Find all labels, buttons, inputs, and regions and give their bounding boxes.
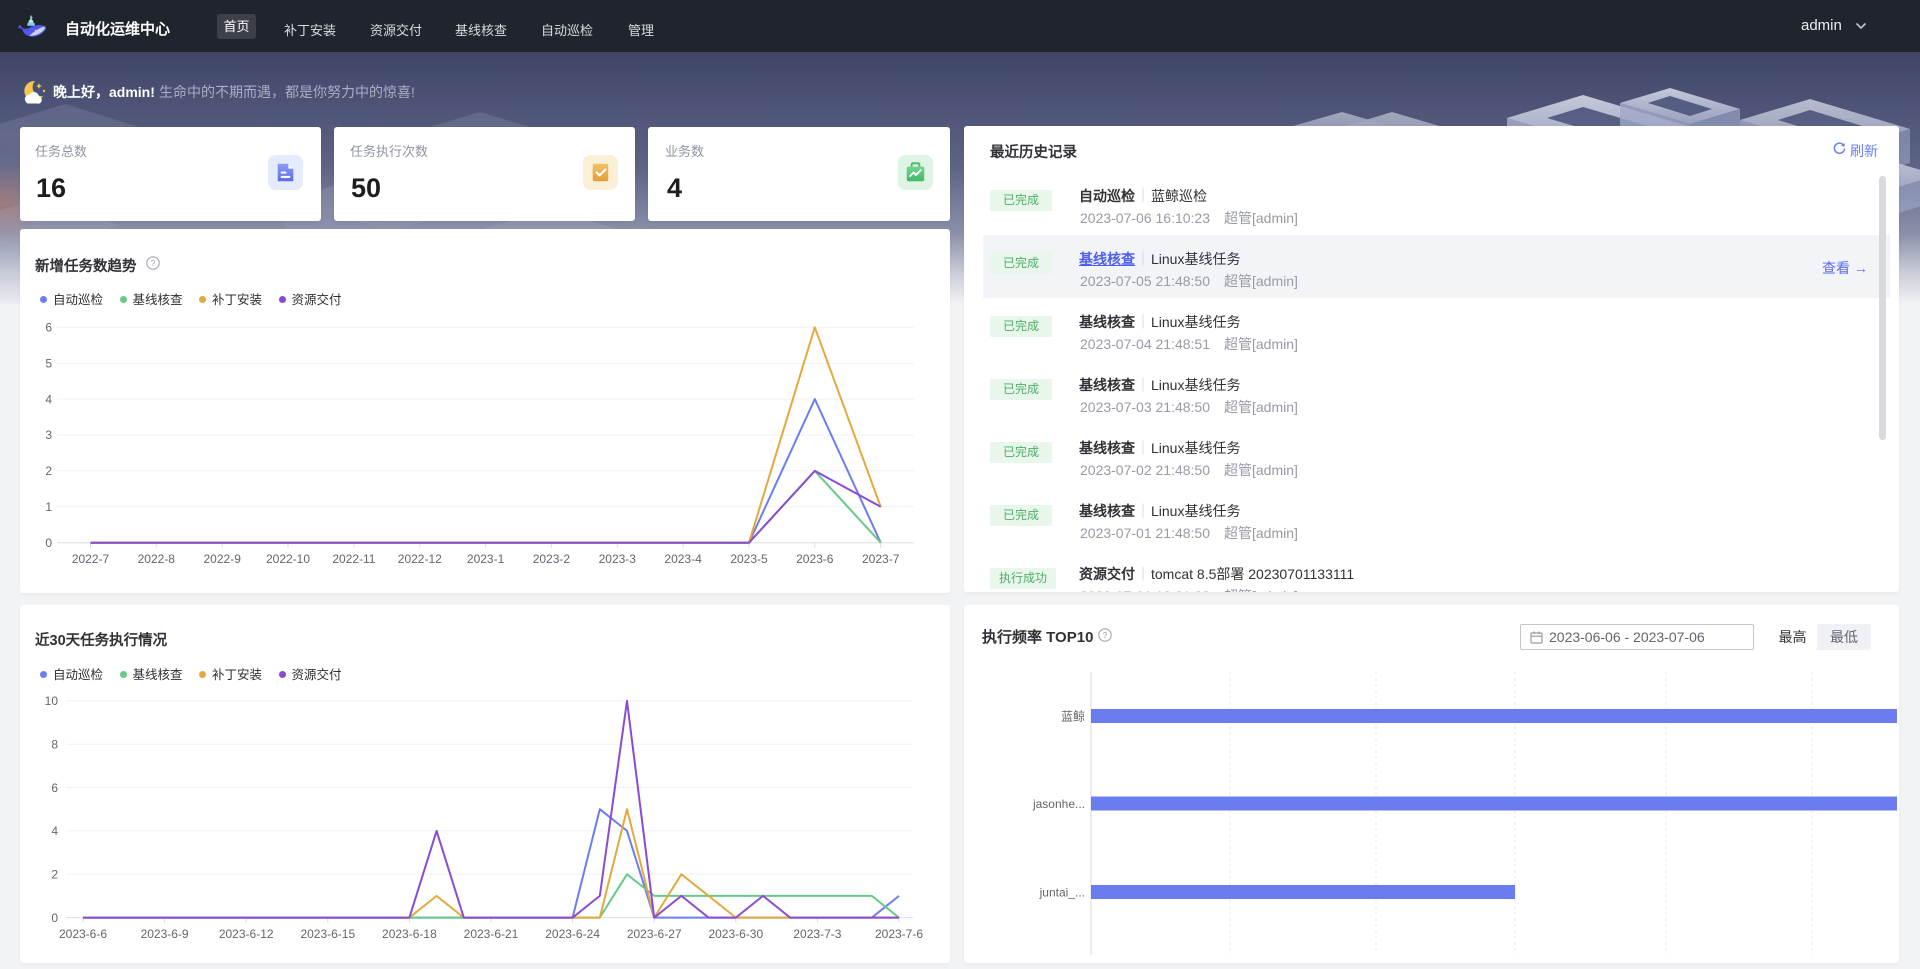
svg-text:2023-7: 2023-7 xyxy=(862,552,900,566)
svg-text:2023-5: 2023-5 xyxy=(730,552,768,566)
svg-text:2023-6-30: 2023-6-30 xyxy=(708,927,763,941)
svg-text:6: 6 xyxy=(51,781,58,795)
svg-text:2023-7-6: 2023-7-6 xyxy=(875,927,923,941)
svg-text:2023-1: 2023-1 xyxy=(467,552,505,566)
svg-text:0: 0 xyxy=(45,536,52,550)
svg-text:4: 4 xyxy=(51,824,58,838)
svg-text:2023-2: 2023-2 xyxy=(533,552,571,566)
svg-text:2022-12: 2022-12 xyxy=(398,552,442,566)
svg-text:juntai_...: juntai_... xyxy=(1039,886,1085,900)
svg-text:2023-6-24: 2023-6-24 xyxy=(545,927,600,941)
svg-text:2022-10: 2022-10 xyxy=(266,552,310,566)
svg-text:4: 4 xyxy=(45,392,52,406)
svg-text:10: 10 xyxy=(45,694,59,708)
svg-text:2023-3: 2023-3 xyxy=(599,552,637,566)
svg-text:蓝鲸: 蓝鲸 xyxy=(1061,709,1085,724)
svg-text:2022-11: 2022-11 xyxy=(332,552,375,566)
svg-text:2023-6-12: 2023-6-12 xyxy=(219,927,274,941)
svg-text:2023-6-27: 2023-6-27 xyxy=(627,927,682,941)
svg-text:2023-6-21: 2023-6-21 xyxy=(464,927,519,941)
svg-text:2022-9: 2022-9 xyxy=(204,552,242,566)
svg-text:1: 1 xyxy=(45,500,52,514)
svg-text:0: 0 xyxy=(51,911,58,925)
svg-text:2023-6-15: 2023-6-15 xyxy=(300,927,355,941)
svg-text:2023-7-3: 2023-7-3 xyxy=(793,927,841,941)
svg-text:2022-7: 2022-7 xyxy=(72,552,110,566)
svg-text:5: 5 xyxy=(45,356,52,370)
svg-text:2: 2 xyxy=(45,464,52,478)
svg-text:jasonhe...: jasonhe... xyxy=(1032,797,1085,811)
svg-text:2023-6-9: 2023-6-9 xyxy=(141,927,189,941)
svg-text:2023-6: 2023-6 xyxy=(796,552,834,566)
svg-text:2023-6-6: 2023-6-6 xyxy=(59,927,107,941)
svg-text:2023-4: 2023-4 xyxy=(664,552,702,566)
svg-text:8: 8 xyxy=(51,737,58,751)
svg-text:3: 3 xyxy=(45,428,52,442)
svg-text:2: 2 xyxy=(51,868,58,882)
svg-text:2023-6-18: 2023-6-18 xyxy=(382,927,437,941)
svg-text:6: 6 xyxy=(45,321,52,335)
svg-text:2022-8: 2022-8 xyxy=(138,552,176,566)
